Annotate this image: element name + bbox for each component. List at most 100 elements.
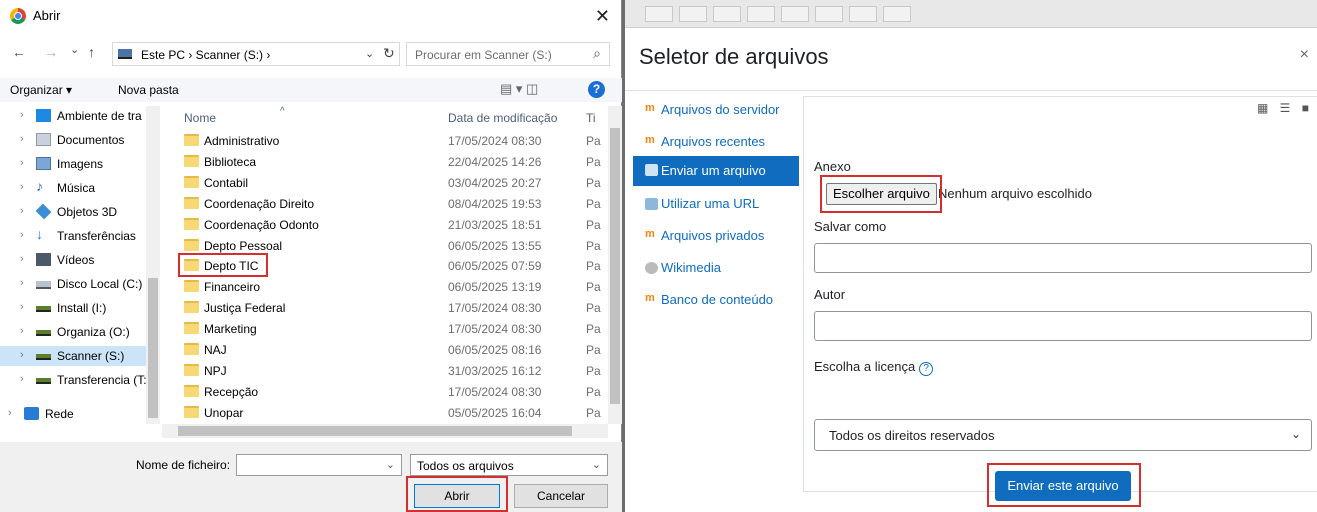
repo-wikimedia[interactable]: Wikimedia: [633, 254, 799, 282]
scrollbar-thumb[interactable]: [178, 426, 572, 436]
repo-content-bank[interactable]: m Banco de conteúdo: [633, 286, 799, 314]
file-row[interactable]: Administrativo 17/05/2024 08:30 Pa: [184, 131, 601, 151]
file-row[interactable]: Unopar 05/05/2025 16:04 Pa: [184, 403, 601, 423]
file-list-scrollbar[interactable]: [608, 106, 622, 424]
back-arrow-icon[interactable]: ←: [12, 44, 26, 60]
file-row[interactable]: NAJ 06/05/2025 08:16 Pa: [184, 340, 601, 360]
nav-item-music[interactable]: › ♪ Música: [0, 178, 150, 198]
view-options-icon[interactable]: ▤ ▾ ◫: [500, 81, 538, 97]
expand-arrow-icon[interactable]: ›: [20, 253, 24, 265]
repo-recent-files[interactable]: m Arquivos recentes: [633, 128, 799, 156]
file-type: Pa: [586, 280, 601, 295]
column-header-type[interactable]: Ti: [586, 111, 596, 125]
file-row[interactable]: Coordenação Direito 08/04/2025 19:53 Pa: [184, 194, 601, 214]
address-bar[interactable]: Este PC › Scanner (S:) › ⌄ ↻: [112, 42, 400, 66]
nav-item-documents[interactable]: › Documentos: [0, 130, 150, 150]
attachment-label: Anexo: [814, 159, 851, 174]
file-modified: 31/03/2025 16:12: [448, 363, 542, 378]
license-select[interactable]: Todos os direitos reservados ⌄: [814, 419, 1312, 451]
scrollbar-thumb[interactable]: [148, 278, 158, 418]
nav-item-images[interactable]: › Imagens: [0, 154, 150, 174]
expand-arrow-icon[interactable]: ›: [20, 325, 24, 337]
file-name: NAJ: [204, 343, 227, 357]
nav-item-transferencia-drive[interactable]: › Transferencia (T:: [0, 370, 150, 390]
file-row[interactable]: Justiça Federal 17/05/2024 08:30 Pa: [184, 298, 601, 318]
nav-item-label: Disco Local (C:): [57, 277, 143, 291]
cancel-button[interactable]: Cancelar: [514, 484, 608, 508]
expand-arrow-icon[interactable]: ›: [20, 373, 24, 385]
file-row[interactable]: Marketing 17/05/2024 08:30 Pa: [184, 319, 601, 339]
nav-item-organiza-drive[interactable]: › Organiza (O:): [0, 322, 150, 342]
save-as-input[interactable]: [814, 243, 1312, 273]
file-name: Administrativo: [204, 134, 280, 148]
this-pc-icon: [118, 49, 132, 59]
repo-upload-file[interactable]: Enviar um arquivo: [633, 156, 799, 186]
desktop-icon: [36, 109, 51, 122]
repo-url[interactable]: Utilizar uma URL: [633, 190, 799, 218]
file-row[interactable]: Biblioteca 22/04/2025 14:26 Pa: [184, 152, 601, 172]
horizontal-scrollbar[interactable]: [162, 424, 608, 438]
filename-input[interactable]: ⌄: [236, 454, 402, 476]
expand-arrow-icon[interactable]: ›: [20, 157, 24, 169]
expand-arrow-icon[interactable]: ›: [20, 133, 24, 145]
nav-item-3d-objects[interactable]: › Objetos 3D: [0, 202, 150, 222]
documents-icon: [36, 133, 51, 146]
help-icon[interactable]: ?: [919, 362, 934, 376]
expand-arrow-icon[interactable]: ›: [20, 109, 24, 121]
modal-close-button[interactable]: ×: [1300, 46, 1309, 64]
expand-arrow-icon[interactable]: ›: [20, 277, 24, 289]
repo-private-files[interactable]: m Arquivos privados: [633, 222, 799, 250]
network-drive-icon: [36, 378, 51, 384]
chrome-icon: [10, 8, 26, 24]
expand-arrow-icon[interactable]: ›: [20, 229, 24, 241]
search-placeholder: Procurar em Scanner (S:): [415, 48, 552, 62]
expand-arrow-icon[interactable]: ›: [20, 181, 24, 193]
nav-item-desktop[interactable]: › Ambiente de tra: [0, 106, 150, 126]
up-arrow-icon[interactable]: ↑: [88, 44, 95, 60]
chevron-down-icon[interactable]: ⌄: [592, 458, 601, 471]
music-icon: ♪: [36, 178, 43, 194]
file-modified: 17/05/2024 08:30: [448, 384, 542, 399]
file-row[interactable]: Coordenação Odonto 21/03/2025 18:51 Pa: [184, 215, 601, 235]
file-modified: 06/05/2025 08:16: [448, 343, 542, 357]
file-modified: 08/04/2025 19:53: [448, 196, 542, 211]
videos-icon: [36, 253, 51, 266]
nav-item-label: Vídeos: [57, 253, 95, 267]
chevron-down-icon[interactable]: ⌄: [386, 458, 395, 471]
nav-item-install-drive[interactable]: › Install (I:): [0, 298, 150, 318]
nav-item-local-disk[interactable]: › Disco Local (C:): [0, 274, 150, 294]
chevron-down-icon[interactable]: ⌄: [365, 47, 374, 60]
refresh-icon[interactable]: ↻: [383, 45, 395, 62]
search-input[interactable]: Procurar em Scanner (S:) ⌕: [406, 42, 610, 66]
file-row[interactable]: NPJ 31/03/2025 16:12 Pa: [184, 361, 601, 381]
dialog-close-button[interactable]: ✕: [595, 6, 610, 27]
expand-arrow-icon[interactable]: ›: [20, 301, 24, 313]
nav-item-videos[interactable]: › Vídeos: [0, 250, 150, 270]
filetype-select[interactable]: Todos os arquivos ⌄: [410, 454, 608, 476]
recent-locations-icon[interactable]: ⌄: [70, 43, 79, 56]
author-input[interactable]: [814, 311, 1312, 341]
file-row[interactable]: Recepção 17/05/2024 08:30 Pa: [184, 382, 601, 402]
new-folder-button[interactable]: Nova pasta: [118, 83, 179, 97]
column-header-name[interactable]: Nome: [184, 111, 216, 125]
view-mode-icons[interactable]: ▦ ☰ ■: [1257, 101, 1313, 115]
nav-item-scanner-drive[interactable]: › Scanner (S:): [0, 346, 150, 366]
repo-server-files[interactable]: m Arquivos do servidor: [633, 96, 799, 124]
scrollbar-thumb[interactable]: [610, 128, 620, 404]
file-row[interactable]: Contabil 03/04/2025 20:27 Pa: [184, 173, 601, 193]
nav-item-network[interactable]: › Rede: [0, 404, 138, 424]
help-icon[interactable]: ?: [588, 81, 605, 98]
column-header-modified[interactable]: Data de modificação: [448, 111, 557, 125]
chevron-down-icon[interactable]: ⌄: [1291, 427, 1301, 441]
file-row[interactable]: Financeiro 06/05/2025 13:19 Pa: [184, 277, 601, 297]
expand-arrow-icon[interactable]: ›: [8, 407, 12, 419]
nav-item-downloads[interactable]: › ↓ Transferências: [0, 226, 150, 246]
expand-arrow-icon[interactable]: ›: [20, 349, 24, 361]
forward-arrow-icon[interactable]: →: [44, 44, 58, 60]
organize-menu[interactable]: Organizar ▾: [10, 83, 72, 97]
folder-icon: [184, 405, 199, 418]
nav-pane-scrollbar[interactable]: [146, 106, 160, 424]
breadcrumb[interactable]: Este PC › Scanner (S:) ›: [141, 48, 270, 62]
dialog-title: Abrir: [33, 8, 61, 23]
expand-arrow-icon[interactable]: ›: [20, 205, 24, 217]
